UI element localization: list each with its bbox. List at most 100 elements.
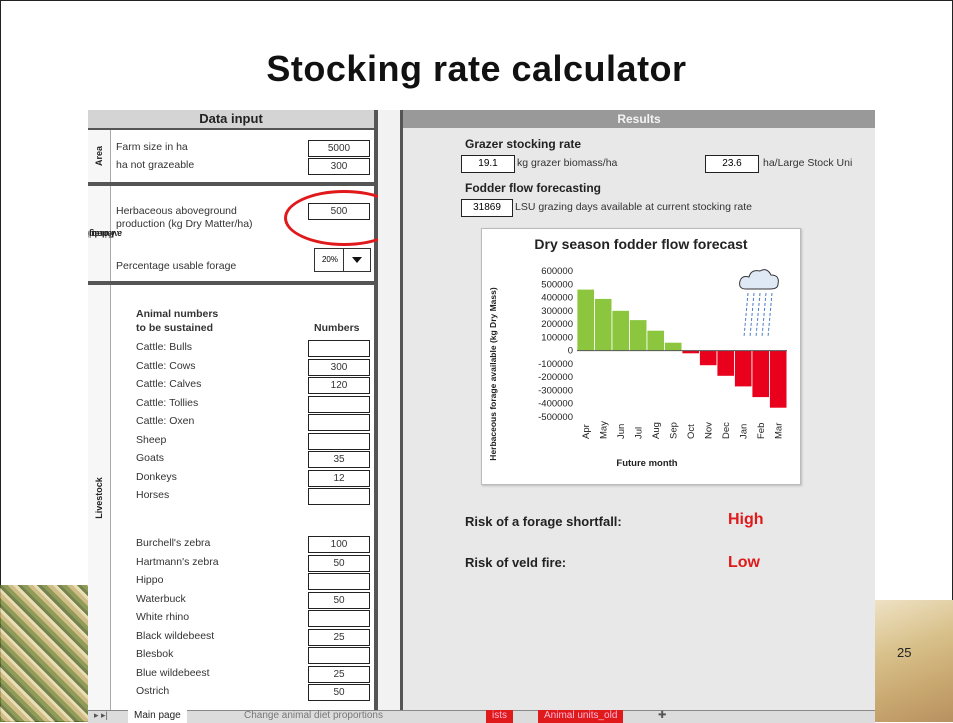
x-tick-label: Mar (773, 423, 784, 439)
x-tick-label: Jan (738, 424, 749, 439)
tab-change-animal-diet[interactable]: Change animal diet proportions (238, 710, 389, 723)
decorative-corner-image (0, 585, 88, 722)
livestock-name: Horses (136, 489, 170, 501)
livestock-name: Waterbuck (136, 592, 186, 605)
livestock-number-input[interactable]: 35 (308, 451, 370, 468)
x-tick-label: Nov (703, 422, 714, 439)
tab-animal-units-old[interactable]: Animal units_old (538, 710, 624, 723)
decorative-corner-image-right (870, 600, 953, 722)
livestock-name: Blue wildebeest (136, 666, 210, 679)
forage-shortfall-risk-label: Risk of a forage shortfall: (465, 514, 622, 529)
chart-y-axis-label: Herbaceous forage available (kg Dry Mass… (488, 287, 498, 461)
y-tick-label: 500000 (541, 279, 573, 290)
results-header: Results (403, 110, 875, 128)
tab-scroll-arrows-icon[interactable]: ▸ ▸| (94, 710, 108, 721)
page-number: 25 (897, 645, 912, 660)
livestock-number-input[interactable] (308, 610, 370, 627)
livestock-name: Goats (136, 452, 165, 464)
chart-bar (629, 320, 647, 351)
livestock-number-input[interactable]: 120 (308, 377, 370, 394)
new-sheet-icon[interactable]: ✚ (658, 710, 666, 721)
livestock-number-input[interactable] (308, 414, 370, 431)
chart-bar (769, 350, 787, 408)
x-tick-label: Apr (581, 424, 592, 439)
veld-fire-risk-value: Low (728, 554, 760, 571)
lsu-days-label: LSU grazing days available at current st… (515, 201, 752, 213)
not-grazeable-input[interactable]: 300 (308, 158, 370, 175)
forage-shortfall-risk-value: High (728, 511, 764, 528)
livestock-name: Cattle: Bulls (136, 341, 193, 353)
x-tick-label: Feb (756, 423, 767, 439)
livestock-number-input[interactable]: 50 (308, 554, 370, 572)
ha-lsu-label: ha/Large Stock Uni (763, 157, 853, 169)
livestock-number-input[interactable]: 50 (308, 591, 370, 609)
slide-title: Stocking rate calculator (266, 48, 687, 89)
y-tick-label: 200000 (541, 319, 573, 330)
x-tick-label: May (598, 421, 609, 439)
chart-bar (717, 350, 734, 376)
chart-bar (664, 342, 682, 351)
livestock-number-input[interactable]: 25 (308, 628, 370, 646)
usable-forage-select[interactable]: 20% (314, 248, 346, 272)
biomass-value: 19.1 (461, 155, 515, 173)
herbaceous-label-line2: production (kg Dry Matter/ha) (116, 218, 253, 230)
usable-forage-label: Percentage usable forage (116, 260, 237, 272)
y-tick-label: 400000 (541, 293, 573, 304)
data-input-panel: Data input Area Farm size in ha 5000 ha … (88, 110, 404, 710)
livestock-name: White rhino (136, 611, 190, 623)
livestock-name: Donkeys (136, 470, 177, 483)
livestock-number-input[interactable]: 100 (308, 536, 370, 553)
chart-bar (699, 350, 717, 366)
veld-fire-risk-label: Risk of veld fire: (465, 555, 567, 570)
chart-bar (752, 350, 769, 398)
fodder-flow-heading: Fodder flow forecasting (465, 181, 602, 195)
lsu-days-value: 31869 (461, 199, 513, 217)
livestock-number-input[interactable]: 300 (308, 358, 370, 376)
livestock-name: Hippo (136, 574, 164, 586)
x-tick-label: Aug (651, 422, 662, 439)
y-tick-label: -200000 (538, 372, 573, 383)
y-tick-label: 300000 (541, 306, 573, 317)
rain-cloud-icon (739, 269, 779, 338)
chevron-down-icon (352, 257, 362, 263)
y-tick-label: -100000 (538, 359, 573, 370)
chart-bar (577, 289, 594, 351)
not-grazeable-label: ha not grazeable (116, 159, 195, 171)
usable-forage-dropdown-button[interactable] (343, 248, 371, 272)
to-be-sustained-heading: to be sustained (136, 322, 214, 334)
chart-bar (594, 298, 612, 351)
livestock-number-input[interactable] (308, 647, 370, 664)
livestock-number-input[interactable] (308, 488, 370, 505)
livestock-number-input[interactable]: 12 (308, 469, 370, 487)
x-tick-label: Dec (721, 422, 732, 439)
animal-numbers-heading: Animal numbers (136, 308, 219, 320)
y-tick-label: 0 (568, 346, 573, 357)
tab-main-page[interactable]: Main page (128, 710, 187, 723)
x-tick-label: Jul (633, 427, 644, 439)
chart-bar (647, 330, 664, 351)
livestock-number-input[interactable]: 50 (308, 684, 370, 701)
livestock-number-input[interactable] (308, 340, 370, 357)
livestock-name: Cattle: Cows (136, 359, 196, 372)
area-section: Area Farm size in ha 5000 ha not grazeab… (88, 130, 374, 186)
numbers-column-header: Numbers (314, 322, 360, 334)
x-tick-label: Sep (668, 422, 679, 439)
biomass-label: kg grazer biomass/ha (517, 157, 618, 169)
herbaceous-label-line1: Herbaceous aboveground (116, 205, 237, 217)
livestock-number-input[interactable] (308, 432, 370, 450)
livestock-name: Sheep (136, 433, 167, 446)
chart-bar (734, 350, 752, 387)
livestock-name: Cattle: Oxen (136, 415, 195, 427)
chart-title: Dry season fodder flow forecast (534, 236, 748, 252)
livestock-number-input[interactable] (308, 395, 370, 413)
spreadsheet-view: Data input Area Farm size in ha 5000 ha … (88, 110, 875, 710)
fodder-flow-chart: Dry season fodder flow forecast Future m… (481, 228, 801, 485)
livestock-name: Blesbok (136, 648, 174, 660)
farm-size-input[interactable]: 5000 (308, 140, 370, 157)
livestock-number-input[interactable] (308, 573, 370, 590)
livestock-number-input[interactable]: 25 (308, 665, 370, 683)
forage-section-label: Forageavailability (88, 186, 122, 281)
livestock-name: Hartmann's zebra (136, 555, 219, 568)
chart-bar (612, 310, 629, 351)
tab-lists[interactable]: ists (486, 710, 513, 723)
